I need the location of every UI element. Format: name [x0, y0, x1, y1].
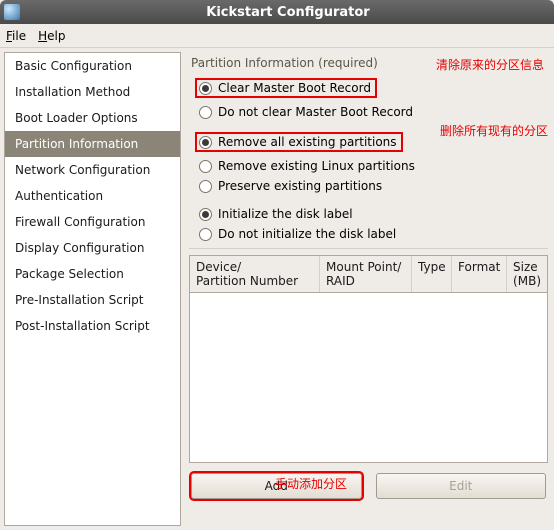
radio-icon: [199, 208, 212, 221]
radio-icon: [199, 136, 212, 149]
radio-no-init-label[interactable]: Do not initialize the disk label: [197, 226, 548, 242]
radio-no-clear-mbr[interactable]: Do not clear Master Boot Record: [197, 104, 548, 120]
radio-icon: [199, 180, 212, 193]
titlebar: Kickstart Configurator: [0, 0, 554, 24]
radio-remove-all[interactable]: Remove all existing partitions: [195, 132, 402, 152]
radio-label: Do not initialize the disk label: [218, 227, 396, 241]
radio-icon: [199, 82, 212, 95]
radio-icon: [199, 106, 212, 119]
app-icon: [4, 4, 20, 20]
radio-label: Clear Master Boot Record: [218, 81, 371, 95]
partition-table-body[interactable]: [189, 293, 548, 463]
sidebar-item-network-configuration[interactable]: Network Configuration: [5, 157, 180, 183]
content-area: Basic Configuration Installation Method …: [0, 48, 554, 530]
sidebar-item-post-installation-script[interactable]: Post-Installation Script: [5, 313, 180, 339]
radio-clear-mbr[interactable]: Clear Master Boot Record: [195, 78, 377, 98]
button-label: Edit: [449, 479, 472, 493]
radio-init-label[interactable]: Initialize the disk label: [197, 206, 548, 222]
sidebar-item-pre-installation-script[interactable]: Pre-Installation Script: [5, 287, 180, 313]
sidebar-item-partition-information[interactable]: Partition Information: [5, 131, 180, 157]
window-title: Kickstart Configurator: [26, 5, 550, 20]
partition-table-header: Device/ Partition Number Mount Point/ RA…: [189, 255, 548, 293]
sidebar-item-display-configuration[interactable]: Display Configuration: [5, 235, 180, 261]
radio-icon: [199, 228, 212, 241]
sidebar-item-package-selection[interactable]: Package Selection: [5, 261, 180, 287]
radio-icon: [199, 160, 212, 173]
col-type[interactable]: Type: [412, 256, 452, 292]
sidebar-item-authentication[interactable]: Authentication: [5, 183, 180, 209]
sidebar-item-installation-method[interactable]: Installation Method: [5, 79, 180, 105]
sidebar-item-boot-loader-options[interactable]: Boot Loader Options: [5, 105, 180, 131]
sidebar-item-basic-configuration[interactable]: Basic Configuration: [5, 53, 180, 79]
menu-file[interactable]: File: [6, 29, 26, 43]
radio-label: Initialize the disk label: [218, 207, 353, 221]
main-panel: Partition Information (required) Clear M…: [181, 48, 554, 530]
col-format[interactable]: Format: [452, 256, 507, 292]
divider: [189, 248, 548, 249]
button-bar: Add Edit: [189, 473, 548, 499]
radio-preserve[interactable]: Preserve existing partitions: [197, 178, 548, 194]
annotation-clear-mbr: 清除原来的分区信息: [436, 56, 544, 73]
radio-label: Do not clear Master Boot Record: [218, 105, 413, 119]
col-size[interactable]: Size (MB): [507, 256, 547, 292]
menu-help[interactable]: Help: [38, 29, 65, 43]
radio-label: Remove existing Linux partitions: [218, 159, 415, 173]
col-device[interactable]: Device/ Partition Number: [190, 256, 320, 292]
menubar: File Help: [0, 24, 554, 48]
sidebar-item-firewall-configuration[interactable]: Firewall Configuration: [5, 209, 180, 235]
radio-remove-linux[interactable]: Remove existing Linux partitions: [197, 158, 548, 174]
radio-label: Remove all existing partitions: [218, 135, 396, 149]
annotation-remove-all: 删除所有现有的分区: [440, 122, 548, 139]
radio-label: Preserve existing partitions: [218, 179, 382, 193]
edit-button: Edit: [376, 473, 546, 499]
col-mount[interactable]: Mount Point/ RAID: [320, 256, 412, 292]
annotation-add: 手动添加分区: [275, 475, 347, 492]
sidebar: Basic Configuration Installation Method …: [4, 52, 181, 526]
